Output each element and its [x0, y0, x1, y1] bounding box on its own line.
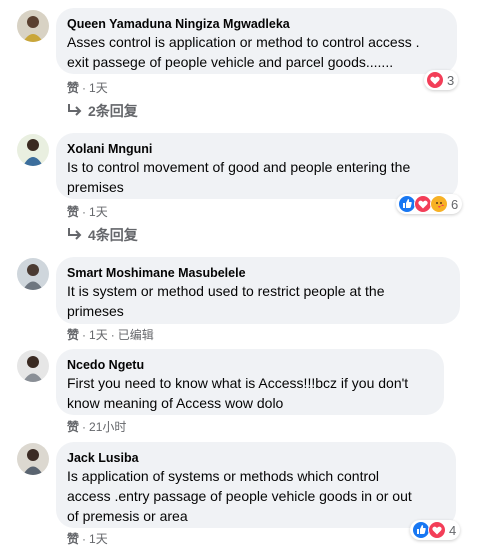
- like-button[interactable]: 赞: [67, 420, 79, 434]
- comment-bubble: Jack Lusiba Is application of systems or…: [56, 442, 456, 528]
- avatar[interactable]: [17, 10, 49, 42]
- comment-text: Is application of systems or methods whi…: [67, 468, 412, 524]
- reaction-count: 6: [451, 196, 459, 212]
- replies-label: 4条回复: [88, 227, 138, 243]
- comment-actions: 赞 · 1天: [67, 81, 108, 95]
- comment-author[interactable]: Xolani Mnguni: [67, 141, 446, 157]
- heart-reaction-icon: [426, 71, 444, 89]
- like-button[interactable]: 赞: [67, 328, 79, 342]
- comment-actions: 赞 · 1天 · 已编辑: [67, 328, 154, 342]
- avatar[interactable]: [17, 134, 49, 166]
- comment-text: It is system or method used to restrict …: [67, 283, 385, 319]
- timestamp[interactable]: 1天: [89, 205, 108, 219]
- timestamp[interactable]: 1天: [89, 532, 108, 546]
- heart-reaction-icon: [428, 521, 446, 539]
- timestamp[interactable]: 1天: [89, 328, 108, 342]
- reaction-summary[interactable]: 4: [410, 520, 461, 540]
- reaction-summary[interactable]: 3: [424, 70, 459, 90]
- comment-actions: 赞 · 1天: [67, 205, 108, 219]
- view-replies-button[interactable]: 4条回复: [67, 225, 138, 245]
- avatar[interactable]: [17, 258, 49, 290]
- replies-label: 2条回复: [88, 103, 138, 119]
- like-button[interactable]: 赞: [67, 205, 79, 219]
- comment-author[interactable]: Smart Moshimane Masubelele: [67, 265, 448, 281]
- timestamp[interactable]: 21小时: [89, 420, 126, 434]
- care-reaction-icon: [430, 195, 448, 213]
- reply-arrow-icon: [67, 102, 83, 116]
- view-replies-button[interactable]: 2条回复: [67, 101, 138, 121]
- comment-bubble: Ncedo Ngetu First you need to know what …: [56, 349, 444, 415]
- timestamp[interactable]: 1天: [89, 81, 108, 95]
- avatar[interactable]: [17, 443, 49, 475]
- reply-arrow-icon: [67, 226, 83, 240]
- comment-author[interactable]: Jack Lusiba: [67, 450, 444, 466]
- reaction-summary[interactable]: 6: [396, 194, 463, 214]
- reaction-count: 4: [449, 522, 457, 538]
- reaction-count: 3: [447, 72, 455, 88]
- comment-text: First you need to know what is Access!!!…: [67, 375, 409, 411]
- comment-author[interactable]: Queen Yamaduna Ningiza Mgwadleka: [67, 16, 445, 32]
- comment-author[interactable]: Ncedo Ngetu: [67, 357, 432, 373]
- comment-actions: 赞 · 1天: [67, 532, 108, 546]
- avatar[interactable]: [17, 350, 49, 382]
- edited-label[interactable]: 已编辑: [118, 328, 154, 342]
- like-button[interactable]: 赞: [67, 81, 79, 95]
- comment-bubble: Smart Moshimane Masubelele It is system …: [56, 257, 460, 324]
- comment-actions: 赞 · 21小时: [67, 420, 127, 434]
- like-button[interactable]: 赞: [67, 532, 79, 546]
- comment-text: Is to control movement of good and peopl…: [67, 159, 411, 195]
- comment-bubble: Xolani Mnguni Is to control movement of …: [56, 133, 458, 199]
- comment-text: Asses control is application or method t…: [67, 34, 420, 70]
- comment-bubble: Queen Yamaduna Ningiza Mgwadleka Asses c…: [56, 8, 457, 74]
